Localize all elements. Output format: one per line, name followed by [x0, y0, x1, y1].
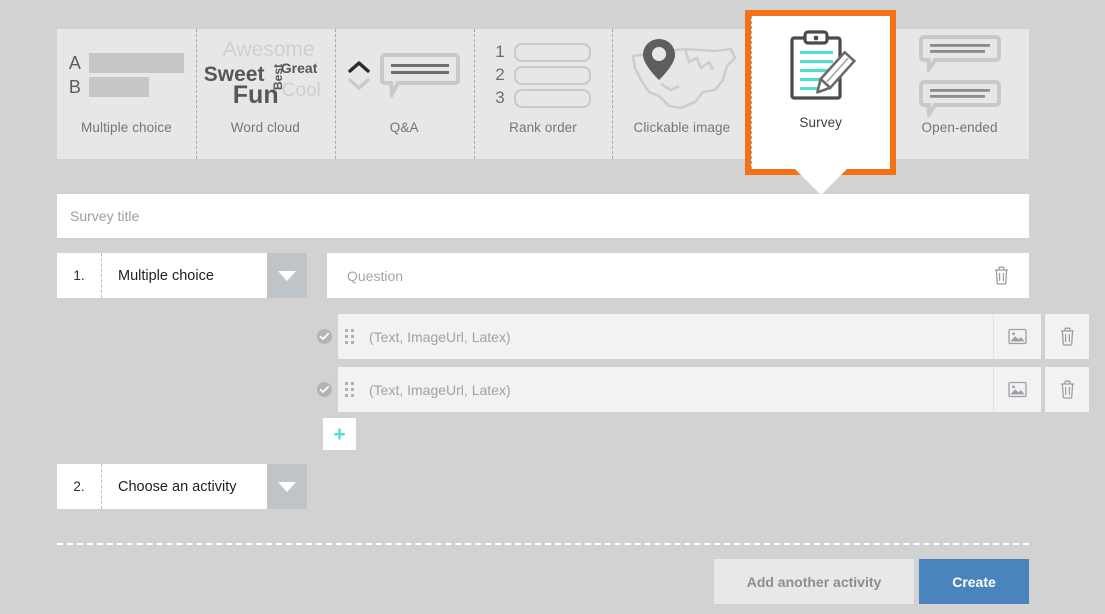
- question-delete-button[interactable]: [974, 253, 1029, 298]
- activity-tile-open-ended[interactable]: Open-ended: [890, 29, 1029, 159]
- open-ended-icon: [890, 29, 1029, 121]
- option-delete-button[interactable]: [1045, 314, 1089, 359]
- activity-tile-word-cloud[interactable]: Awesome Sweet Best Great Fun Cool Word c…: [196, 29, 335, 159]
- trash-icon: [1059, 327, 1076, 346]
- activity-tile-label: Q&A: [390, 121, 419, 135]
- question-index: 1.: [57, 253, 102, 298]
- chevron-down-icon[interactable]: [267, 464, 307, 509]
- rank-number: 2: [495, 65, 505, 85]
- clipboard-pencil-icon: [785, 29, 857, 103]
- check-icon: [317, 329, 332, 344]
- activity-tile-label: Clickable image: [633, 121, 730, 135]
- activity-tile-survey[interactable]: Survey: [751, 16, 890, 169]
- option-image-button[interactable]: [993, 314, 1041, 359]
- wc-word-fun: Fun: [233, 83, 279, 108]
- activity-type-picker: A B Multiple choice Awesome Sweet Best G…: [57, 29, 1029, 159]
- survey-clipboard-icon: [751, 16, 890, 116]
- selected-tile-pointer: [795, 169, 847, 195]
- chevron-down-icon[interactable]: [267, 253, 307, 298]
- activity-tile-label: Multiple choice: [81, 121, 172, 135]
- rank-bar: [514, 89, 591, 108]
- rank-number: 3: [495, 88, 505, 108]
- footer-divider: [57, 543, 1029, 545]
- mc-letter-b: B: [69, 77, 89, 98]
- rank-order-icon: 1 2 3: [474, 29, 613, 121]
- activity-tile-multiple-choice[interactable]: A B Multiple choice: [57, 29, 196, 159]
- rank-bar: [514, 66, 591, 85]
- option-delete-button[interactable]: [1045, 367, 1089, 412]
- image-icon: [1008, 381, 1027, 398]
- activity-tile-label: Survey: [799, 116, 842, 130]
- activity-tile-clickable-image[interactable]: Clickable image: [612, 29, 751, 159]
- rank-number: 1: [495, 42, 505, 62]
- word-cloud-icon: Awesome Sweet Best Great Fun Cool: [196, 29, 335, 121]
- clickable-image-icon: [612, 29, 751, 121]
- speech-bubble-icon: [919, 79, 1001, 117]
- option-input[interactable]: (Text, ImageUrl, Latex): [338, 314, 993, 359]
- activity-tile-label: Rank order: [509, 121, 577, 135]
- us-map-with-pin-icon: [623, 36, 741, 114]
- chevron-down-icon: [348, 77, 370, 90]
- question-text-input[interactable]: Question: [347, 268, 974, 284]
- image-icon: [1008, 328, 1027, 345]
- question-text-row: Question: [327, 253, 1029, 298]
- mc-bar-b: [89, 77, 149, 97]
- speech-bubble-icon: [380, 52, 460, 98]
- activity-index: 2.: [57, 464, 102, 509]
- survey-title-placeholder: Survey title: [70, 208, 139, 224]
- option-placeholder: (Text, ImageUrl, Latex): [369, 382, 993, 398]
- option-row: (Text, ImageUrl, Latex): [310, 367, 1089, 412]
- chevron-up-icon: [348, 60, 370, 73]
- trash-icon: [1059, 380, 1076, 399]
- add-another-activity-button[interactable]: Add another activity: [714, 559, 914, 604]
- qa-icon: [335, 29, 474, 121]
- check-icon: [317, 382, 332, 397]
- option-checkbox[interactable]: [310, 314, 338, 359]
- option-row: (Text, ImageUrl, Latex): [310, 314, 1089, 359]
- mc-letter-a: A: [69, 53, 89, 74]
- question-type-value[interactable]: Multiple choice: [102, 253, 267, 298]
- add-option-button[interactable]: +: [323, 418, 356, 450]
- mc-bar-a: [89, 53, 184, 73]
- option-placeholder: (Text, ImageUrl, Latex): [369, 329, 993, 345]
- survey-title-input[interactable]: Survey title: [57, 194, 1029, 238]
- multiple-choice-icon: A B: [57, 29, 196, 121]
- activity-tile-label: Word cloud: [231, 121, 300, 135]
- trash-icon: [993, 266, 1010, 285]
- activity-type-value[interactable]: Choose an activity: [102, 464, 267, 509]
- wc-word-great: Great: [281, 61, 318, 75]
- activity-tile-rank-order[interactable]: 1 2 3 Rank order: [474, 29, 613, 159]
- activity-tile-qa[interactable]: Q&A: [335, 29, 474, 159]
- drag-handle-icon[interactable]: [345, 382, 357, 398]
- option-image-button[interactable]: [993, 367, 1041, 412]
- rank-bar: [514, 43, 591, 62]
- create-button[interactable]: Create: [919, 559, 1029, 604]
- activity-tile-label: Open-ended: [922, 121, 998, 135]
- speech-bubble-icon: [919, 34, 1001, 72]
- question-1-type-selector[interactable]: 1. Multiple choice: [57, 253, 307, 298]
- option-input[interactable]: (Text, ImageUrl, Latex): [338, 367, 993, 412]
- activity-2-type-selector[interactable]: 2. Choose an activity: [57, 464, 307, 509]
- drag-handle-icon[interactable]: [345, 329, 357, 345]
- wc-word-cool: Cool: [282, 81, 321, 100]
- wc-word-awesome: Awesome: [223, 39, 315, 60]
- option-checkbox[interactable]: [310, 367, 338, 412]
